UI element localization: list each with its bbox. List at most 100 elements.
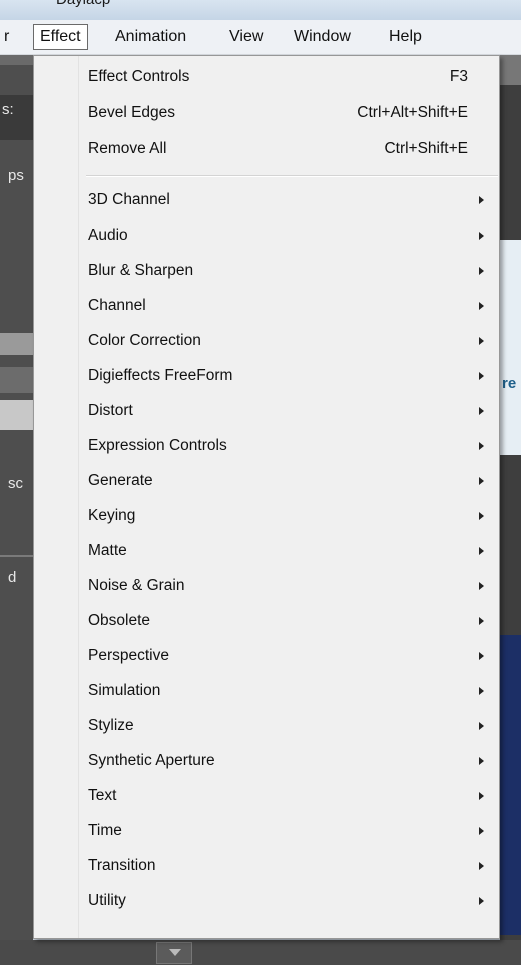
submenu-label: Perspective [88,647,169,664]
submenu-label: Expression Controls [88,437,227,454]
menu-effect[interactable]: Effect [33,24,88,50]
submenu-label: Digieffects FreeForm [88,367,233,384]
submenu-label: Blur & Sharpen [88,262,194,279]
submenu-label: Channel [88,297,146,314]
submenu-arrow-icon [479,687,484,695]
menu-help[interactable]: Help [383,25,428,49]
panel-row-strip [0,367,33,393]
submenu-label: Keying [88,507,136,524]
submenu-label: Text [88,787,117,804]
submenu-arrow-icon [479,302,484,310]
submenu-time[interactable]: Time [88,817,498,845]
menu-bar: r Effect Animation View Window Help [0,20,521,55]
panel-row-strip [0,400,33,430]
submenu-arrow-icon [479,652,484,660]
submenu-arrow-icon [479,897,484,905]
submenu-obsolete[interactable]: Obsolete [88,607,498,635]
submenu-arrow-icon [479,267,484,275]
submenu-label: Audio [88,227,128,244]
submenu-arrow-icon [479,827,484,835]
submenu-noise-grain[interactable]: Noise & Grain [88,572,498,600]
window-title: Daylacp [56,0,110,8]
submenu-label: Synthetic Aperture [88,752,215,769]
menu-item-label: Bevel Edges [88,104,176,121]
submenu-color-correction[interactable]: Color Correction [88,327,498,355]
submenu-transition[interactable]: Transition [88,852,498,880]
submenu-keying[interactable]: Keying [88,502,498,530]
submenu-label: Stylize [88,717,134,734]
submenu-distort[interactable]: Distort [88,397,498,425]
menu-icon-gutter [34,56,79,938]
submenu-3d-channel[interactable]: 3D Channel [88,186,498,214]
panel-text-fragment: ps [8,167,24,184]
submenu-label: Noise & Grain [88,577,185,594]
submenu-label: Generate [88,472,153,489]
submenu-arrow-icon [479,862,484,870]
submenu-arrow-icon [479,372,484,380]
submenu-expression-controls[interactable]: Expression Controls [88,432,498,460]
menu-item-shortcut: F3 [449,68,468,85]
menu-window[interactable]: Window [288,25,357,49]
submenu-perspective[interactable]: Perspective [88,642,498,670]
menu-item-shortcut: Ctrl+Alt+Shift+E [357,104,468,121]
background-left-panel: s: ps sc d [0,55,33,965]
submenu-label: Transition [88,857,156,874]
submenu-label: Distort [88,402,133,419]
effect-menu-dropdown: Effect Controls F3 Bevel Edges Ctrl+Alt+… [33,55,500,939]
menu-item-label: Remove All [88,140,167,157]
submenu-audio[interactable]: Audio [88,222,498,250]
menu-item-label: Effect Controls [88,68,190,85]
submenu-label: Time [88,822,122,839]
menu-layer-partial[interactable]: r [0,25,15,49]
scroll-down-button[interactable] [156,942,192,964]
submenu-arrow-icon [479,232,484,240]
submenu-utility[interactable]: Utility [88,887,498,915]
submenu-blur-sharpen[interactable]: Blur & Sharpen [88,257,498,285]
submenu-channel[interactable]: Channel [88,292,498,320]
submenu-label: Obsolete [88,612,151,629]
submenu-label: Utility [88,892,126,909]
menu-item-remove-all[interactable]: Remove All Ctrl+Shift+E [88,135,498,163]
submenu-label: Matte [88,542,127,559]
menu-separator [86,175,498,177]
composition-view-fragment [500,240,521,455]
window-title-bar: Daylacp [0,0,521,20]
submenu-label: 3D Channel [88,191,170,208]
panel-text-fragment: d [8,569,17,586]
submenu-synthetic-aperture[interactable]: Synthetic Aperture [88,747,498,775]
panel-toolbar-strip [0,55,33,65]
panel-text-fragment: s: [2,101,14,118]
submenu-arrow-icon [479,617,484,625]
submenu-arrow-icon [479,512,484,520]
submenu-arrow-icon [479,196,484,204]
menu-item-effect-controls[interactable]: Effect Controls F3 [88,63,498,91]
composition-view-fragment [500,635,521,935]
submenu-matte[interactable]: Matte [88,537,498,565]
panel-row-strip [0,333,33,355]
panel-divider [0,555,33,557]
submenu-label: Color Correction [88,332,201,349]
submenu-stylize[interactable]: Stylize [88,712,498,740]
composition-text-fragment: re [502,375,517,392]
menu-item-bevel-edges[interactable]: Bevel Edges Ctrl+Alt+Shift+E [88,99,498,127]
panel-toolbar-strip [500,55,521,85]
submenu-arrow-icon [479,792,484,800]
submenu-text[interactable]: Text [88,782,498,810]
submenu-arrow-icon [479,337,484,345]
submenu-arrow-icon [479,477,484,485]
submenu-generate[interactable]: Generate [88,467,498,495]
submenu-arrow-icon [479,582,484,590]
submenu-arrow-icon [479,547,484,555]
menu-item-shortcut: Ctrl+Shift+E [384,140,468,157]
submenu-arrow-icon [479,442,484,450]
background-bottom-panel [0,940,521,965]
submenu-simulation[interactable]: Simulation [88,677,498,705]
menu-view[interactable]: View [223,25,269,49]
chevron-down-icon [169,949,181,956]
submenu-arrow-icon [479,722,484,730]
submenu-digieffects-freeform[interactable]: Digieffects FreeForm [88,362,498,390]
submenu-arrow-icon [479,757,484,765]
background-right-panel: re [500,55,521,965]
menu-animation[interactable]: Animation [109,25,192,49]
panel-text-fragment: sc [8,475,23,492]
